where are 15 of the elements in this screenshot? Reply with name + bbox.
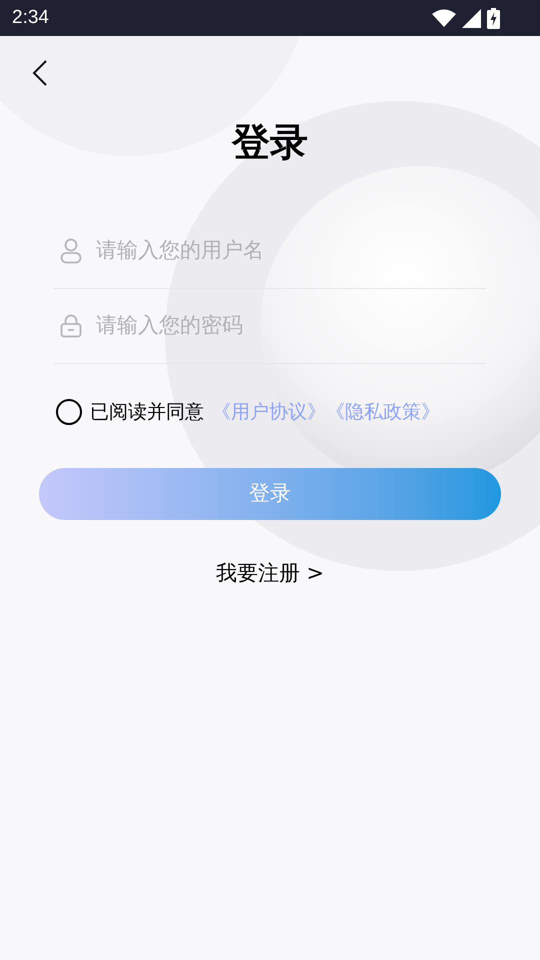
- register-link[interactable]: 我要注册 >: [216, 558, 324, 589]
- user-icon: [60, 238, 82, 264]
- page-title: 登录: [232, 119, 308, 166]
- signal-icon: [462, 8, 481, 28]
- agreement-text: 已阅读并同意: [90, 400, 204, 425]
- policy-link[interactable]: 《用户协议》: [212, 398, 326, 426]
- login-button[interactable]: 登录: [39, 468, 501, 520]
- policy-link[interactable]: 《隐私政策》: [326, 398, 440, 426]
- battery-icon: [487, 8, 500, 28]
- input-field[interactable]: 请输入您的用户名: [96, 235, 436, 267]
- input-field[interactable]: 请输入您的密码: [96, 310, 436, 342]
- wifi-icon: [432, 9, 456, 27]
- lock-icon: [60, 314, 82, 338]
- agree-checkbox[interactable]: [56, 399, 82, 426]
- status-time: 2:34: [12, 6, 49, 30]
